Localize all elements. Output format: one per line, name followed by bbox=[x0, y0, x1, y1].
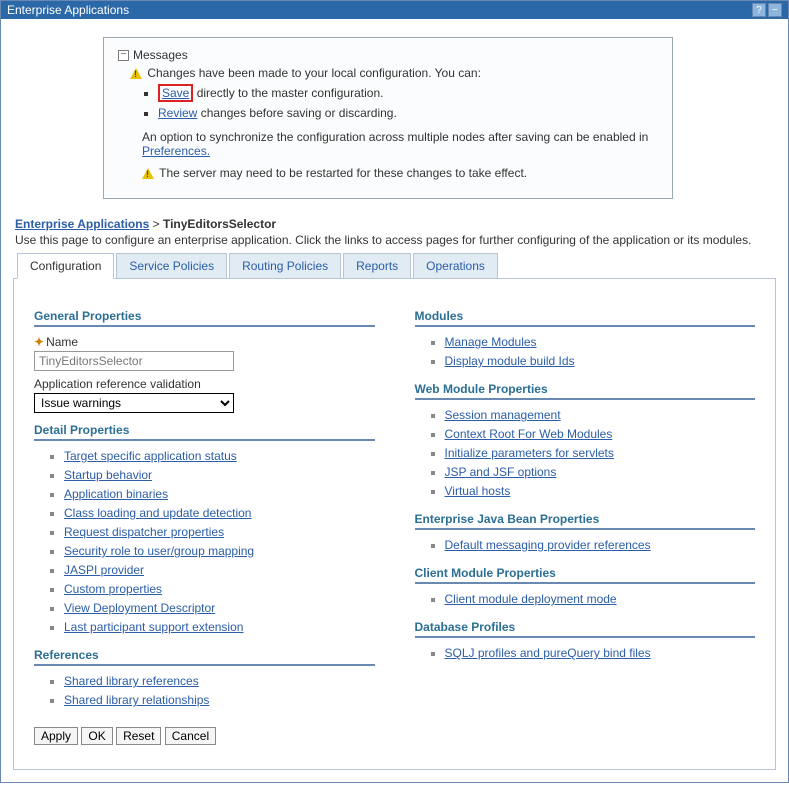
messages-box: − Messages Changes have been made to you… bbox=[103, 37, 673, 199]
list-item: Shared library references bbox=[64, 674, 375, 688]
list-item: Security role to user/group mapping bbox=[64, 544, 375, 558]
collapse-icon[interactable]: − bbox=[118, 50, 129, 61]
list-item: Session management bbox=[445, 408, 756, 422]
link[interactable]: Display module build Ids bbox=[445, 354, 575, 368]
section-ejb: Enterprise Java Bean Properties bbox=[415, 512, 756, 530]
titlebar: Enterprise Applications ? − bbox=[1, 1, 788, 19]
tab-content: General Properties ✦Name Application ref… bbox=[13, 279, 776, 770]
link[interactable]: Shared library references bbox=[64, 674, 199, 688]
tab-reports[interactable]: Reports bbox=[343, 253, 411, 279]
section-db: Database Profiles bbox=[415, 620, 756, 638]
messages-heading: Messages bbox=[133, 48, 188, 62]
messages-change-text: Changes have been made to your local con… bbox=[147, 66, 481, 80]
link[interactable]: Initialize parameters for servlets bbox=[445, 446, 614, 460]
breadcrumb-current: TinyEditorsSelector bbox=[163, 217, 276, 231]
required-icon: ✦ bbox=[34, 335, 44, 349]
warning-icon bbox=[142, 168, 154, 179]
tab-bar: Configuration Service Policies Routing P… bbox=[13, 253, 776, 279]
list-item: Display module build Ids bbox=[445, 354, 756, 368]
link[interactable]: Security role to user/group mapping bbox=[64, 544, 254, 558]
breadcrumb: Enterprise Applications > TinyEditorsSel… bbox=[15, 217, 776, 231]
message-item: Review changes before saving or discardi… bbox=[158, 106, 658, 120]
list-item: Default messaging provider references bbox=[445, 538, 756, 552]
page-description: Use this page to configure an enterprise… bbox=[15, 233, 776, 247]
save-highlight: Save bbox=[158, 84, 193, 102]
list-item: JASPI provider bbox=[64, 563, 375, 577]
ok-button[interactable]: OK bbox=[81, 727, 112, 745]
save-link[interactable]: Save bbox=[162, 86, 189, 100]
reset-button[interactable]: Reset bbox=[116, 727, 161, 745]
link[interactable]: Virtual hosts bbox=[445, 484, 511, 498]
refval-label: Application reference validation bbox=[34, 377, 375, 391]
link[interactable]: Manage Modules bbox=[445, 335, 537, 349]
tab-configuration[interactable]: Configuration bbox=[17, 253, 114, 279]
section-web: Web Module Properties bbox=[415, 382, 756, 400]
list-item: Context Root For Web Modules bbox=[445, 427, 756, 441]
link[interactable]: Context Root For Web Modules bbox=[445, 427, 613, 441]
name-label: Name bbox=[46, 335, 78, 349]
link[interactable]: SQLJ profiles and pureQuery bind files bbox=[445, 646, 651, 660]
section-detail: Detail Properties bbox=[34, 423, 375, 441]
tab-service-policies[interactable]: Service Policies bbox=[116, 253, 227, 279]
page-title: Enterprise Applications bbox=[7, 3, 750, 17]
refval-select[interactable]: Issue warnings bbox=[34, 393, 234, 413]
list-item: View Deployment Descriptor bbox=[64, 601, 375, 615]
messages-restart: The server may need to be restarted for … bbox=[142, 166, 658, 180]
link[interactable]: JASPI provider bbox=[64, 563, 144, 577]
list-item: Custom properties bbox=[64, 582, 375, 596]
list-item: Class loading and update detection bbox=[64, 506, 375, 520]
link[interactable]: View Deployment Descriptor bbox=[64, 601, 215, 615]
section-general: General Properties bbox=[34, 309, 375, 327]
link[interactable]: Request dispatcher properties bbox=[64, 525, 224, 539]
section-client: Client Module Properties bbox=[415, 566, 756, 584]
list-item: SQLJ profiles and pureQuery bind files bbox=[445, 646, 756, 660]
breadcrumb-root[interactable]: Enterprise Applications bbox=[15, 217, 149, 231]
name-field[interactable] bbox=[34, 351, 234, 371]
link[interactable]: Shared library relationships bbox=[64, 693, 209, 707]
preferences-link[interactable]: Preferences. bbox=[142, 144, 210, 158]
list-item: JSP and JSF options bbox=[445, 465, 756, 479]
list-item: Virtual hosts bbox=[445, 484, 756, 498]
link[interactable]: Startup behavior bbox=[64, 468, 152, 482]
warning-icon bbox=[130, 68, 142, 79]
tab-operations[interactable]: Operations bbox=[413, 253, 498, 279]
list-item: Target specific application status bbox=[64, 449, 375, 463]
link[interactable]: Default messaging provider references bbox=[445, 538, 651, 552]
tab-routing-policies[interactable]: Routing Policies bbox=[229, 253, 341, 279]
link[interactable]: Application binaries bbox=[64, 487, 168, 501]
link[interactable]: Class loading and update detection bbox=[64, 506, 251, 520]
help-icon[interactable]: ? bbox=[752, 3, 766, 17]
link[interactable]: Target specific application status bbox=[64, 449, 237, 463]
list-item: Application binaries bbox=[64, 487, 375, 501]
link[interactable]: Last participant support extension bbox=[64, 620, 243, 634]
link[interactable]: Session management bbox=[445, 408, 561, 422]
apply-button[interactable]: Apply bbox=[34, 727, 78, 745]
messages-sync: An option to synchronize the configurati… bbox=[142, 130, 658, 158]
list-item: Initialize parameters for servlets bbox=[445, 446, 756, 460]
cancel-button[interactable]: Cancel bbox=[165, 727, 216, 745]
message-item: Save directly to the master configuratio… bbox=[158, 84, 658, 102]
list-item: Shared library relationships bbox=[64, 693, 375, 707]
link[interactable]: Client module deployment mode bbox=[445, 592, 617, 606]
list-item: Startup behavior bbox=[64, 468, 375, 482]
list-item: Client module deployment mode bbox=[445, 592, 756, 606]
link[interactable]: JSP and JSF options bbox=[445, 465, 557, 479]
list-item: Manage Modules bbox=[445, 335, 756, 349]
list-item: Last participant support extension bbox=[64, 620, 375, 634]
section-modules: Modules bbox=[415, 309, 756, 327]
section-references: References bbox=[34, 648, 375, 666]
link[interactable]: Custom properties bbox=[64, 582, 162, 596]
minimize-icon[interactable]: − bbox=[768, 3, 782, 17]
list-item: Request dispatcher properties bbox=[64, 525, 375, 539]
review-link[interactable]: Review bbox=[158, 106, 197, 120]
